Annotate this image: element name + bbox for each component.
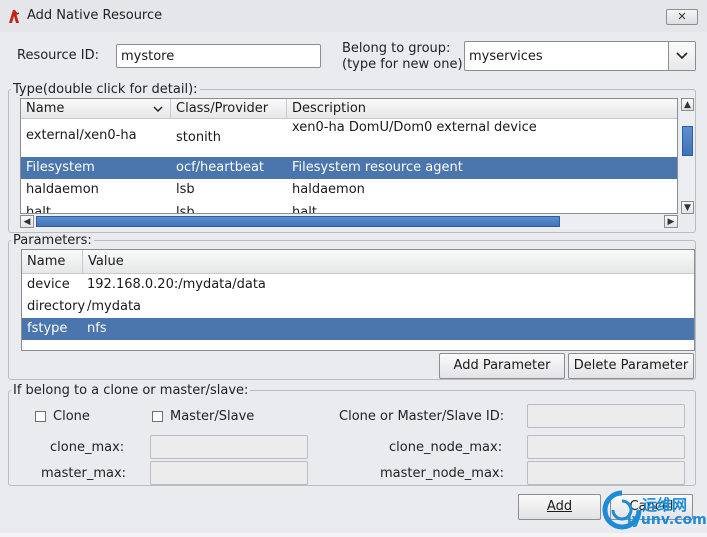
row-provider: stonith xyxy=(176,130,222,145)
column-header-class-provider[interactable]: Class/Provider xyxy=(171,99,287,119)
row-name: external/xen0-ha xyxy=(26,128,137,143)
param-column-header-value[interactable]: Value xyxy=(83,250,694,274)
delete-parameter-button[interactable]: Delete Parameter xyxy=(568,353,694,379)
add-parameter-button[interactable]: Add Parameter xyxy=(439,353,565,379)
row-description: xen0-ha DomU/Dom0 external device xyxy=(292,120,537,135)
parameter-row[interactable]: device 192.168.0.20:/mydata/data xyxy=(22,274,694,296)
param-name: directory xyxy=(27,299,86,314)
master-max-input[interactable] xyxy=(150,461,308,485)
clone-max-input[interactable] xyxy=(150,435,308,459)
table-row[interactable]: haldaemon lsb haldaemon xyxy=(21,179,677,201)
row-provider: lsb xyxy=(176,205,195,214)
parameters-table[interactable]: Name Value device 192.168.0.20:/mydata/d… xyxy=(21,249,695,351)
param-name: device xyxy=(27,277,70,292)
type-group-title: Type(double click for detail): xyxy=(11,82,200,97)
clone-checkbox-label[interactable]: Clone xyxy=(53,409,90,424)
parameter-row-selected[interactable]: fstype nfs xyxy=(22,318,694,340)
parameter-row[interactable]: directory /mydata xyxy=(22,296,694,318)
master-node-max-input[interactable] xyxy=(527,461,685,485)
param-value: nfs xyxy=(87,321,107,336)
type-table-vertical-scrollbar[interactable]: ▲ ▼ xyxy=(680,98,695,214)
row-name: halt xyxy=(26,205,51,214)
master-node-max-label: master_node_max: xyxy=(380,466,504,481)
column-header-description[interactable]: Description xyxy=(287,99,677,119)
param-column-header-name[interactable]: Name xyxy=(22,250,83,274)
group-combobox[interactable]: myservices xyxy=(464,41,696,71)
param-value: 192.168.0.20:/mydata/data xyxy=(87,277,266,292)
type-table-horizontal-scrollbar[interactable]: ◀ ▶ xyxy=(20,214,678,229)
row-description: haldaemon xyxy=(292,182,365,197)
row-name: haldaemon xyxy=(26,182,99,197)
group-value: myservices xyxy=(469,49,543,64)
scroll-down-icon[interactable]: ▼ xyxy=(681,201,694,214)
row-name: Filesystem xyxy=(26,160,95,175)
add-button[interactable]: Add xyxy=(518,494,601,520)
master-slave-checkbox-label[interactable]: Master/Slave xyxy=(170,409,254,424)
sort-down-icon xyxy=(153,106,163,113)
group-label-line2: (type for new one) xyxy=(342,57,463,72)
clone-node-max-label: clone_node_max: xyxy=(389,440,503,455)
param-name: fstype xyxy=(27,321,68,336)
bottom-strip xyxy=(0,533,707,537)
window-title: Add Native Resource xyxy=(27,8,163,23)
param-value: /mydata xyxy=(87,299,142,314)
column-header-name[interactable]: Name xyxy=(21,99,171,119)
scroll-up-icon[interactable]: ▲ xyxy=(681,98,694,111)
resource-id-value: mystore xyxy=(121,49,175,64)
close-button[interactable]: ✕ xyxy=(666,9,698,25)
app-logo-icon xyxy=(9,9,20,23)
parameters-group-title: Parameters: xyxy=(11,233,94,248)
clone-checkbox[interactable] xyxy=(35,411,46,422)
clone-id-label: Clone or Master/Slave ID: xyxy=(339,409,505,424)
table-row[interactable]: halt lsb halt xyxy=(21,202,677,214)
row-description: Filesystem resource agent xyxy=(292,160,463,175)
watermark-domain: iyunv.com xyxy=(627,512,707,528)
clone-group-title: If belong to a clone or master/slave: xyxy=(11,383,251,398)
chevron-down-icon xyxy=(676,52,688,60)
row-description: halt xyxy=(292,205,317,214)
resource-id-label: Resource ID: xyxy=(17,48,99,63)
group-label-line1: Belong to group: xyxy=(342,41,451,56)
clone-node-max-input[interactable] xyxy=(527,435,685,459)
column-header-name-label: Name xyxy=(26,101,65,116)
vertical-scroll-thumb[interactable] xyxy=(682,126,693,156)
master-slave-checkbox[interactable] xyxy=(152,411,163,422)
table-row-selected[interactable]: Filesystem ocf/heartbeat Filesystem reso… xyxy=(21,157,677,179)
type-table[interactable]: Name Class/Provider Description external… xyxy=(20,98,678,214)
table-row[interactable]: external/xen0-ha stonith xen0-ha DomU/Do… xyxy=(21,120,677,155)
scroll-right-icon[interactable]: ▶ xyxy=(664,215,678,228)
clone-id-input[interactable] xyxy=(527,404,685,428)
clone-max-label: clone_max: xyxy=(50,440,125,455)
scroll-left-icon[interactable]: ◀ xyxy=(20,215,34,228)
master-max-label: master_max: xyxy=(41,466,127,481)
row-provider: ocf/heartbeat xyxy=(176,160,265,175)
horizontal-scroll-thumb[interactable] xyxy=(36,216,560,227)
group-dropdown-button[interactable] xyxy=(668,42,695,70)
resource-id-input[interactable]: mystore xyxy=(116,44,321,68)
row-provider: lsb xyxy=(176,182,195,197)
